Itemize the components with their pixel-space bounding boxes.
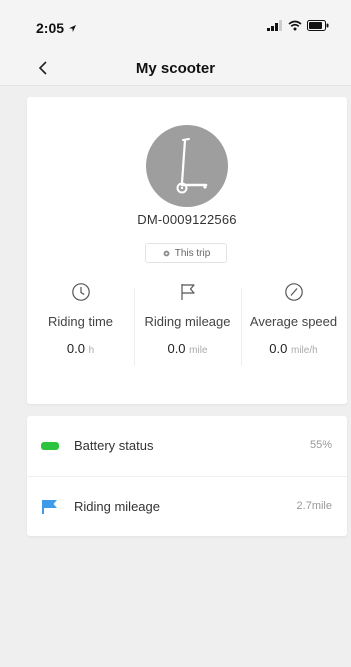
flag-icon	[180, 284, 195, 300]
location-arrow-icon	[69, 25, 76, 32]
gear-icon	[163, 250, 170, 256]
row-label: Riding mileage	[74, 499, 160, 514]
list-item-riding-mileage[interactable]: Riding mileage 2.7mile	[27, 476, 347, 536]
stat-value: 0.0 mile/h	[240, 341, 347, 356]
stat-number: 0.0	[269, 341, 288, 356]
stat-average-speed: Average speed 0.0 mile/h	[240, 282, 347, 372]
trip-chip-label: This trip	[174, 247, 211, 259]
scooter-card: DM-0009122566 This trip Riding time 0.0 …	[27, 97, 347, 404]
flag-icon	[42, 500, 57, 514]
status-list: Battery status 55% Riding mileage 2.7mil…	[27, 416, 347, 536]
stat-unit: h	[88, 345, 95, 356]
trip-selector[interactable]: This trip	[145, 243, 227, 263]
stat-number: 0.0	[66, 341, 85, 356]
stat-label: Riding mileage	[144, 314, 231, 329]
wifi-icon	[288, 20, 302, 31]
battery-icon	[41, 442, 59, 450]
scooter-icon	[176, 138, 208, 194]
stat-value: 0.0 mile	[134, 341, 241, 356]
battery-status-icon	[307, 20, 329, 31]
stat-riding-mileage: Riding mileage 0.0 mile	[134, 282, 241, 372]
row-label: Battery status	[74, 438, 154, 453]
status-bar: 2:05	[0, 0, 351, 52]
stat-value: 0.0 h	[27, 341, 134, 356]
stat-unit: mile	[189, 345, 208, 356]
stat-number: 0.0	[167, 341, 186, 356]
stat-riding-time: Riding time 0.0 h	[27, 282, 134, 372]
row-value: 2.7mile	[296, 500, 332, 512]
nav-bar: My scooter	[0, 52, 351, 86]
page-title: My scooter	[135, 60, 216, 77]
list-item-battery-status[interactable]: Battery status 55%	[27, 416, 347, 476]
row-value: 55%	[309, 439, 332, 451]
signal-icon	[267, 20, 282, 31]
status-icons	[267, 20, 329, 31]
speedometer-icon	[284, 283, 303, 301]
scooter-avatar	[146, 125, 228, 207]
status-time: 2:05	[36, 20, 65, 36]
stat-label: Average speed	[249, 314, 338, 329]
clock-icon	[71, 283, 90, 301]
stat-label: Riding time	[47, 314, 114, 329]
device-id: DM-0009122566	[137, 212, 237, 227]
stat-unit: mile/h	[291, 345, 318, 356]
